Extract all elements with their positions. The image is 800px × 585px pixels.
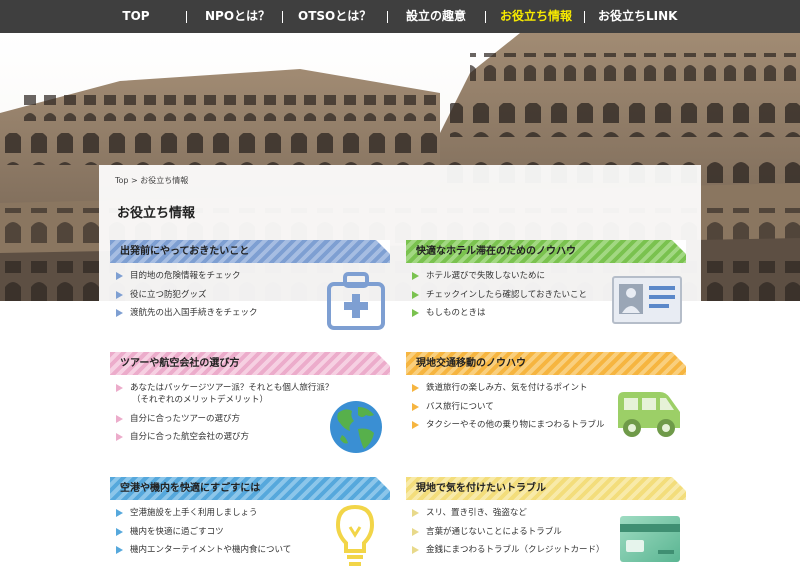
triangle-bullet-icon (412, 546, 419, 554)
triangle-bullet-icon (412, 272, 419, 280)
list-item[interactable]: 目的地の危険情報をチェック (116, 270, 258, 282)
section-list: 鉄道旅行の楽しみ方、気を付けるポイント バス旅行について タクシーやその他の乗り… (412, 382, 605, 438)
nav-item-top[interactable]: TOP (118, 0, 154, 33)
section-header: 現地で気を付けたいトラブル (406, 477, 686, 500)
breadcrumb[interactable]: Top > お役立ち情報 (115, 175, 188, 186)
page-title: お役立ち情報 (117, 206, 196, 221)
nav-item-useful-info[interactable]: お役立ち情報 (500, 0, 572, 33)
nav-separator (282, 11, 283, 23)
header-fold (376, 352, 390, 366)
section-title[interactable]: 出発前にやっておきたいこと (120, 240, 249, 263)
list-item[interactable]: ホテル選びで失敗しないために (412, 270, 587, 282)
triangle-bullet-icon (116, 309, 123, 317)
section-tour-airline: ツアーや航空会社の選び方 あなたはパッケージツアー派？それとも個人旅行派？ （それ… (110, 352, 390, 464)
list-item[interactable]: あなたはパッケージツアー派？それとも個人旅行派？ （それぞれのメリットデメリット） (116, 382, 333, 406)
section-header: 現地交通移動のノウハウ (406, 352, 686, 375)
header-fold (376, 240, 390, 254)
triangle-bullet-icon (116, 290, 123, 299)
list-item[interactable]: 自分に合った航空会社の選び方 (116, 431, 333, 443)
section-airport-cabin: 空港や機内を快適にすごすには 空港施設を上手く利用しましょう 機内を快適に過ごす… (110, 477, 390, 585)
nav-separator (186, 11, 187, 23)
content-panel: Top > お役立ち情報 お役立ち情報 出発前にやっておきたいこと 目的地の危険… (99, 165, 701, 585)
section-list: スリ、置き引き、強盗など 言葉が通じないことによるトラブル 金銭にまつわるトラブ… (412, 507, 605, 563)
credit-card-icon (620, 516, 680, 562)
nav-separator (584, 11, 585, 23)
triangle-bullet-icon (116, 527, 123, 536)
list-item[interactable]: スリ、置き引き、強盗など (412, 507, 605, 519)
triangle-bullet-icon (116, 384, 123, 392)
section-header: 空港や機内を快適にすごすには (110, 477, 390, 500)
id-card-icon (612, 276, 682, 324)
section-header: 快適なホテル滞在のためのノウハウ (406, 240, 686, 263)
list-item[interactable]: チェックインしたら確認しておきたいこと (412, 289, 587, 301)
global-nav: TOP NPOとは？ OTSOとは？ 設立の趣意 お役立ち情報 お役立ちLINK (0, 0, 800, 33)
section-title[interactable]: 現地で気を付けたいトラブル (416, 477, 546, 500)
header-fold (376, 477, 390, 491)
section-hotel-stay: 快適なホテル滞在のためのノウハウ ホテル選びで失敗しないために チェックインした… (406, 240, 686, 352)
list-item[interactable]: タクシーやその他の乗り物にまつわるトラブル (412, 419, 605, 431)
list-item[interactable]: 空港施設を上手く利用しましょう (116, 507, 291, 519)
nav-separator (485, 11, 486, 23)
globe-icon (330, 401, 382, 453)
triangle-bullet-icon (412, 384, 419, 392)
section-header: 出発前にやっておきたいこと (110, 240, 390, 263)
section-before-departure: 出発前にやっておきたいこと 目的地の危険情報をチェック 役に立つ防犯グッズ 渡航… (110, 240, 390, 352)
triangle-bullet-icon (116, 272, 123, 280)
section-local-transport: 現地交通移動のノウハウ 鉄道旅行の楽しみ方、気を付けるポイント バス旅行について… (406, 352, 686, 464)
triangle-bullet-icon (116, 509, 123, 517)
section-title[interactable]: ツアーや航空会社の選び方 (120, 352, 239, 375)
section-list: 目的地の危険情報をチェック 役に立つ防犯グッズ 渡航先の出入国手続きをチェック (116, 270, 258, 326)
nav-item-purpose[interactable]: 設立の趣意 (405, 0, 467, 33)
triangle-bullet-icon (412, 509, 419, 517)
list-item[interactable]: 言葉が通じないことによるトラブル (412, 526, 605, 538)
list-item[interactable]: 機内を快適に過ごすコツ (116, 526, 291, 538)
section-header: ツアーや航空会社の選び方 (110, 352, 390, 375)
section-title[interactable]: 空港や機内を快適にすごすには (120, 477, 260, 500)
list-item[interactable]: 金銭にまつわるトラブル（クレジットカード） (412, 544, 605, 556)
light-bulb-icon (335, 504, 375, 566)
triangle-bullet-icon (116, 546, 123, 554)
nav-item-useful-link[interactable]: お役立ちLINK (598, 0, 677, 33)
section-local-trouble: 現地で気を付けたいトラブル スリ、置き引き、強盗など 言葉が通じないことによるト… (406, 477, 686, 585)
section-list: ホテル選びで失敗しないために チェックインしたら確認しておきたいこと もしものと… (412, 270, 587, 326)
section-title[interactable]: 快適なホテル滞在のためのノウハウ (416, 240, 576, 263)
triangle-bullet-icon (412, 527, 419, 536)
section-list: 空港施設を上手く利用しましょう 機内を快適に過ごすコツ 機内エンターテイメントや… (116, 507, 291, 563)
header-fold (672, 240, 686, 254)
nav-item-npo[interactable]: NPOとは？ (205, 0, 270, 33)
nav-item-otso[interactable]: OTSOとは？ (298, 0, 371, 33)
nav-separator (387, 11, 388, 23)
list-item[interactable]: 機内エンターテイメントや機内食について (116, 544, 291, 556)
list-item[interactable]: もしものときは (412, 307, 587, 319)
header-fold (672, 352, 686, 366)
section-title[interactable]: 現地交通移動のノウハウ (416, 352, 526, 375)
list-item[interactable]: 鉄道旅行の楽しみ方、気を付けるポイント (412, 382, 605, 394)
list-item[interactable]: 自分に合ったツアーの選び方 (116, 413, 333, 425)
header-fold (672, 477, 686, 491)
triangle-bullet-icon (412, 309, 419, 317)
first-aid-kit-icon (327, 272, 385, 330)
triangle-bullet-icon (412, 290, 419, 299)
list-item[interactable]: 渡航先の出入国手続きをチェック (116, 307, 258, 319)
triangle-bullet-icon (116, 433, 123, 441)
list-item[interactable]: バス旅行について (412, 401, 605, 413)
list-item[interactable]: 役に立つ防犯グッズ (116, 289, 258, 301)
triangle-bullet-icon (412, 421, 419, 429)
triangle-bullet-icon (412, 402, 419, 411)
van-icon (618, 392, 680, 437)
triangle-bullet-icon (116, 414, 123, 423)
section-list: あなたはパッケージツアー派？それとも個人旅行派？ （それぞれのメリットデメリット）… (116, 382, 333, 450)
